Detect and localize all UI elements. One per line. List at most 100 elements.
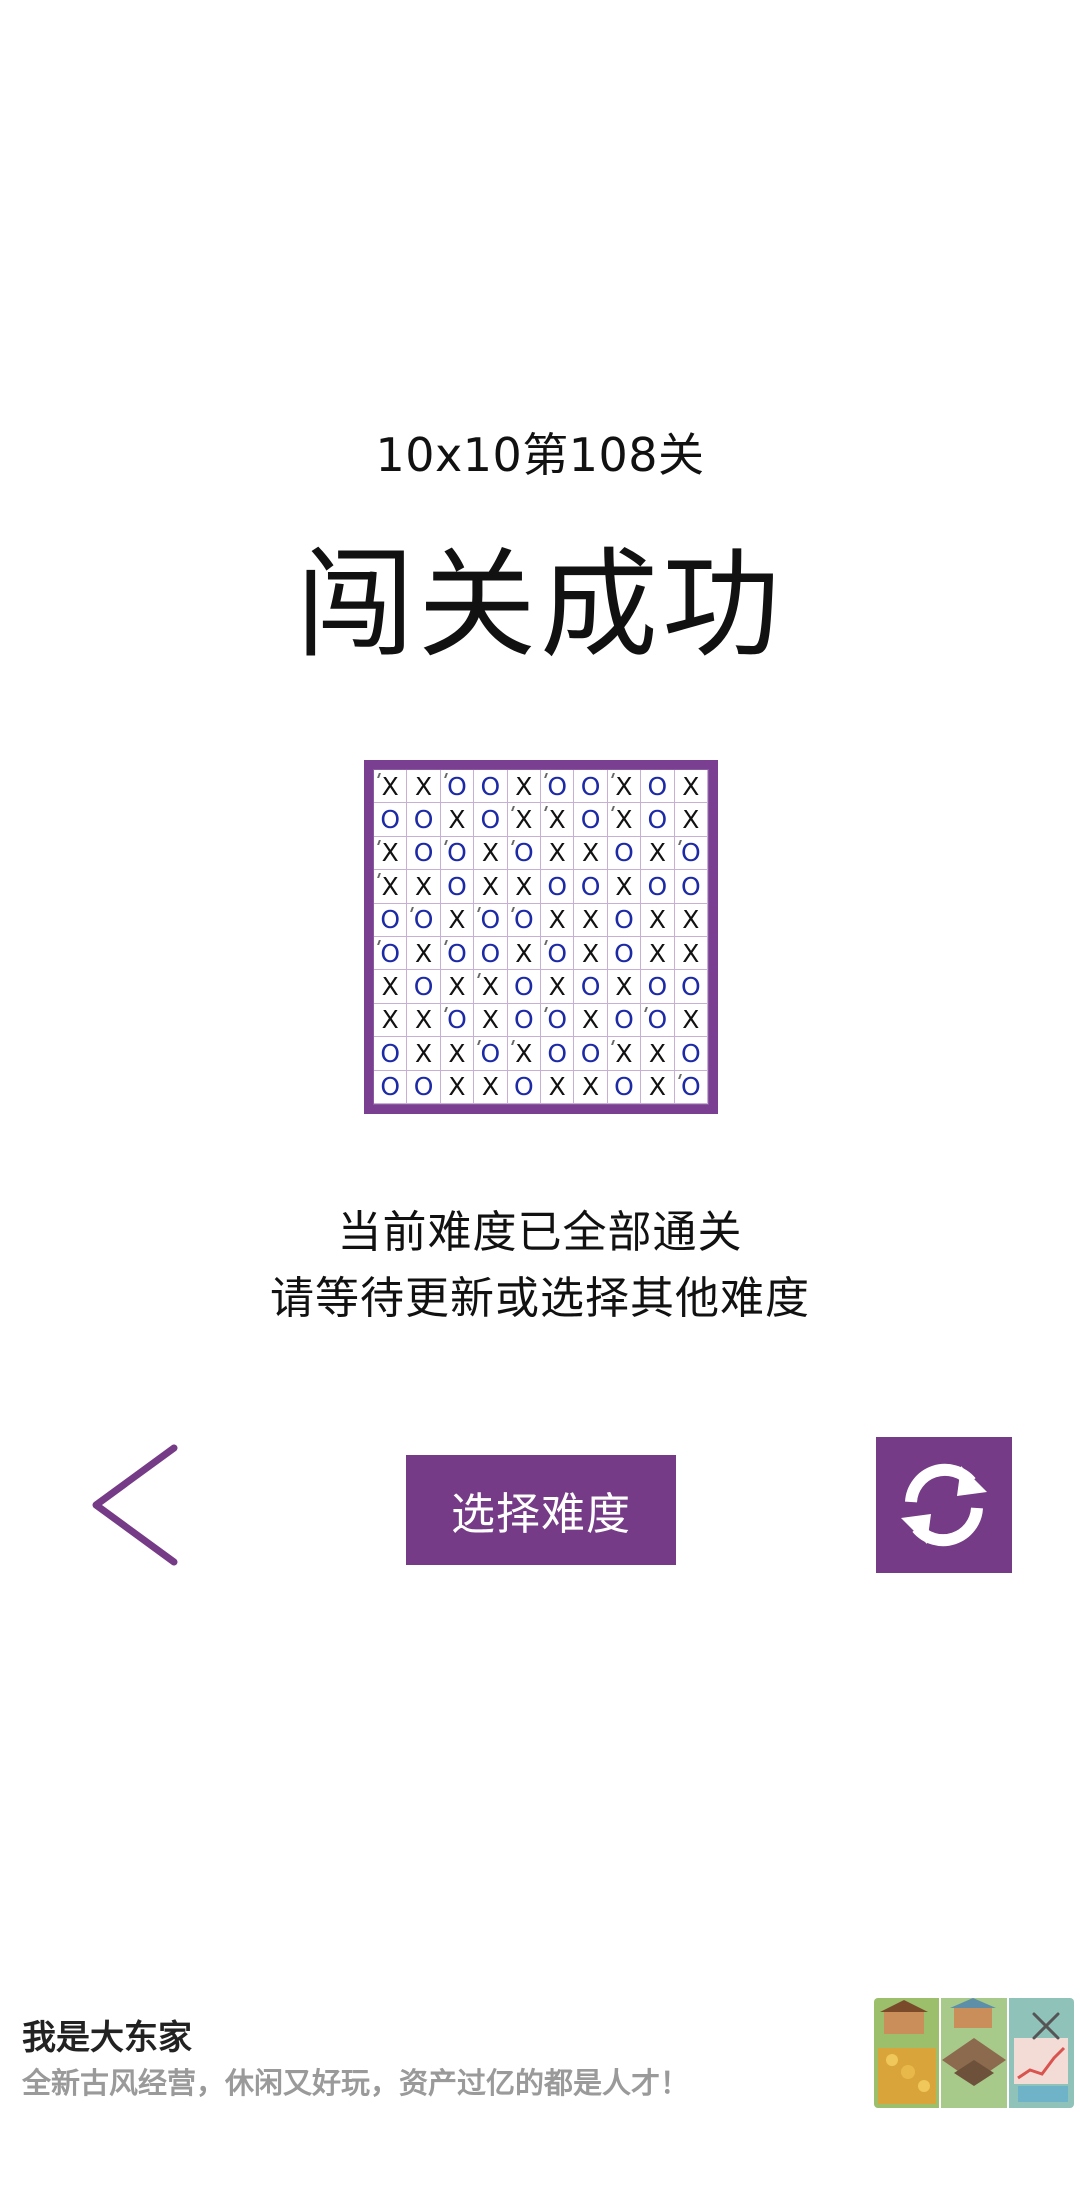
board-cell[interactable]: O [641,1003,675,1038]
board-cell[interactable]: X [674,903,708,937]
board-cell[interactable]: O [440,870,475,904]
board-cell[interactable]: O [541,1003,575,1038]
board-cell[interactable]: O [541,870,575,904]
board-cell[interactable]: X [440,903,475,937]
board-cell[interactable]: O [474,937,508,971]
board-cell[interactable]: X [574,1070,608,1104]
board-cell[interactable]: X [607,870,642,904]
board-cell[interactable]: X [374,836,408,871]
board-cell[interactable]: X [474,870,508,904]
board-cell[interactable]: O [507,1003,541,1038]
board-cell[interactable]: O [641,870,675,904]
board-cell[interactable]: O [574,1037,608,1071]
board-cell[interactable]: X [541,1070,575,1104]
board-cell[interactable]: O [374,1037,408,1071]
board-cell[interactable]: X [407,1037,441,1071]
board-cell[interactable]: X [641,1070,675,1104]
board-cell[interactable]: O [507,836,541,871]
board-cell[interactable]: O [407,903,441,937]
board-cell[interactable]: O [474,770,508,804]
board-cell[interactable]: X [674,1003,708,1038]
board-cell[interactable]: O [474,903,508,937]
board-cell[interactable]: O [407,836,441,871]
board-cell[interactable]: X [574,903,608,937]
board-cell[interactable]: O [374,1070,408,1104]
board-cell[interactable]: X [607,770,642,804]
board-cell[interactable]: X [574,836,608,871]
board-cell[interactable]: O [607,1070,642,1104]
board-cell[interactable]: O [440,937,475,971]
board-cell[interactable]: O [674,870,708,904]
board-cell[interactable]: X [541,903,575,937]
board-cell[interactable]: X [574,1003,608,1038]
board-cell[interactable]: O [407,970,441,1004]
board-cell[interactable]: O [507,1070,541,1104]
board-cell[interactable]: X [541,803,575,837]
board-cell[interactable]: O [674,1037,708,1071]
board-cell[interactable]: O [474,1037,508,1071]
ad-banner[interactable]: 我是大东家 全新古风经营，休闲又好玩，资产过亿的都是人才！ [0,1990,1080,2130]
board-cell[interactable]: X [440,970,475,1004]
board-cell[interactable]: O [674,970,708,1004]
back-button[interactable] [86,1440,186,1570]
board-cell[interactable]: X [641,937,675,971]
refresh-button[interactable] [876,1437,1012,1573]
board-cell[interactable]: O [440,1003,475,1038]
board-cell[interactable]: O [641,770,675,804]
board-cell[interactable]: O [474,803,508,837]
board-cell[interactable]: X [641,836,675,871]
board-cell[interactable]: X [641,903,675,937]
board-cell[interactable]: O [374,903,408,937]
board-cell[interactable]: O [574,803,608,837]
board-cell[interactable]: O [541,1037,575,1071]
board-cell[interactable]: X [374,1003,408,1038]
board-cell[interactable]: X [474,836,508,871]
board-cell[interactable]: X [374,970,408,1004]
board-cell[interactable]: X [641,1037,675,1071]
board-cell[interactable]: X [507,770,541,804]
board-cell[interactable]: X [407,870,441,904]
board-cell[interactable]: X [607,970,642,1004]
board-cell[interactable]: X [374,870,408,904]
board-cell[interactable]: X [674,770,708,804]
board-cell[interactable]: X [407,770,441,804]
board-cell[interactable]: O [641,803,675,837]
board-cell[interactable]: O [507,970,541,1004]
board-cell[interactable]: X [607,1037,642,1071]
board-cell[interactable]: O [574,870,608,904]
board-cell[interactable]: O [574,970,608,1004]
board-cell[interactable]: X [407,937,441,971]
board-cell[interactable]: O [374,803,408,837]
board-cell[interactable]: O [674,836,708,871]
board-cell[interactable]: O [440,770,475,804]
board-cell[interactable]: X [574,937,608,971]
board-cell[interactable]: X [507,870,541,904]
board-cell[interactable]: O [407,803,441,837]
board-cell[interactable]: X [474,1003,508,1038]
board-cell[interactable]: X [474,970,508,1004]
board-cell[interactable]: X [474,1070,508,1104]
board-cell[interactable]: O [607,937,642,971]
board-cell[interactable]: O [641,970,675,1004]
board-cell[interactable]: O [674,1070,708,1104]
board-cell[interactable]: X [407,1003,441,1038]
board-cell[interactable]: X [541,970,575,1004]
select-difficulty-button[interactable]: 选择难度 [406,1455,676,1565]
board-cell[interactable]: O [507,903,541,937]
board-cell[interactable]: X [674,937,708,971]
board-cell[interactable]: X [440,1070,475,1104]
board-cell[interactable]: O [607,903,642,937]
board-cell[interactable]: X [507,803,541,837]
board-cell[interactable]: O [541,937,575,971]
ad-close-button[interactable] [1028,2008,1064,2044]
board-cell[interactable]: O [607,836,642,871]
board-cell[interactable]: O [374,937,408,971]
board-cell[interactable]: O [407,1070,441,1104]
board-cell[interactable]: X [507,937,541,971]
board-cell[interactable]: O [607,1003,642,1038]
board-cell[interactable]: O [574,770,608,804]
board-cell[interactable]: X [440,803,475,837]
board-cell[interactable]: X [374,770,408,804]
board-cell[interactable]: O [440,836,475,871]
board-cell[interactable]: X [674,803,708,837]
